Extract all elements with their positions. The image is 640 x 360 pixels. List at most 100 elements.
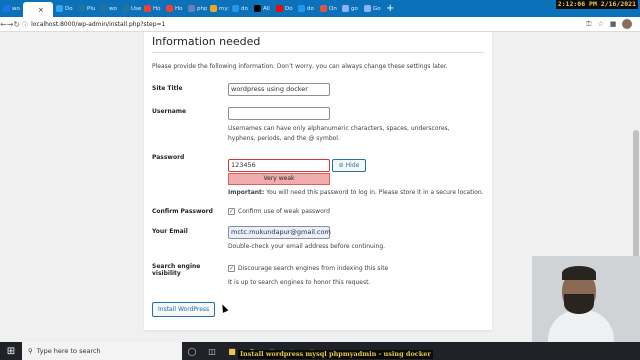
browser-tab[interactable]: Use — [120, 1, 141, 16]
password-important-note: Important: You will need this password t… — [228, 188, 484, 198]
tab-favicon-icon — [320, 5, 327, 12]
address-bar[interactable]: ⓘ localhost:8000/wp-admin/install.php?st… — [22, 18, 542, 30]
password-strength-meter: Very weak — [228, 173, 330, 185]
tab-favicon-icon — [364, 5, 371, 12]
browser-tab[interactable]: wo — [98, 1, 119, 16]
important-text: You will need this password to log in. P… — [264, 189, 484, 196]
search-engine-label-line1: Search engine — [152, 263, 201, 270]
search-engine-label: Search engine visibility — [152, 263, 200, 277]
forward-icon[interactable]: → — [7, 20, 14, 29]
browser-tab[interactable]: × — [23, 2, 53, 17]
install-form-card: Information needed Please provide the fo… — [144, 32, 492, 330]
tab-favicon-icon — [100, 5, 107, 12]
tab-label: On — [329, 5, 337, 12]
person-body — [548, 310, 614, 342]
install-wordpress-button[interactable]: Install WordPress — [152, 302, 216, 317]
browser-tab-strip: wo × Do Plu wo Use Ho Ho php my: do Ali Do do On go Go + — [0, 0, 640, 17]
tab-label: Plu — [87, 5, 96, 12]
tab-favicon-icon — [56, 5, 63, 12]
tab-label: php — [197, 5, 207, 12]
email-input[interactable]: mctc.mukundapur@gmail.com — [228, 226, 331, 239]
tab-favicon-icon — [210, 5, 217, 12]
discourage-search-engines-checkbox[interactable]: ✓ — [228, 265, 235, 272]
site-title-input[interactable]: wordpress using docker — [228, 83, 330, 96]
person-hair — [562, 266, 596, 280]
browser-tab[interactable]: Ho — [164, 1, 185, 16]
search-engine-row: ✓ Discourage search engines from indexin… — [228, 265, 388, 272]
browser-tab[interactable]: do — [230, 1, 251, 16]
tab-label: do — [307, 5, 314, 12]
browser-tab[interactable]: go — [340, 1, 361, 16]
password-label: Password — [152, 154, 185, 161]
tab-favicon-icon — [122, 5, 129, 12]
task-view-icon[interactable]: ◫ — [202, 342, 222, 360]
tab-label: Do — [65, 5, 73, 12]
email-hint: Double-check your email address before c… — [228, 243, 386, 250]
tab-label: Use — [131, 5, 141, 12]
browser-tab[interactable]: Do — [54, 1, 75, 16]
cortana-icon[interactable]: ◯ — [182, 342, 202, 360]
tab-favicon-icon — [254, 5, 261, 12]
browser-tab[interactable]: Go — [362, 1, 383, 16]
key-icon[interactable]: ⚿ — [586, 20, 591, 29]
browser-tab[interactable]: Do — [274, 1, 295, 16]
divider — [152, 52, 484, 53]
tab-favicon-icon — [188, 5, 195, 12]
browser-tab[interactable]: do — [296, 1, 317, 16]
tab-favicon-icon — [3, 5, 10, 12]
tab-label: wo — [109, 5, 117, 12]
tab-close-icon[interactable]: × — [38, 6, 44, 14]
browser-tab[interactable]: Ho — [142, 1, 163, 16]
person-beard — [564, 294, 594, 314]
webcam-overlay — [532, 256, 640, 342]
browser-tab[interactable]: my: — [208, 1, 229, 16]
site-title-label: Site Title — [152, 85, 183, 92]
video-caption-overlay: Install wordpress mysql phpmyadmin - usi… — [238, 350, 433, 359]
star-icon[interactable]: ☆ — [597, 20, 603, 28]
toolbar-actions: ⚿ ☆ ■ ⋮ — [586, 19, 640, 29]
confirm-weak-password-row: ✓ Confirm use of weak password — [228, 208, 330, 215]
search-engine-label-line2: visibility — [152, 270, 181, 277]
clock-overlay: 2:12:06 PM 2/16/2021 — [555, 0, 638, 9]
tab-label: my: — [219, 5, 229, 12]
confirm-weak-password-checkbox[interactable]: ✓ — [228, 208, 235, 215]
profile-avatar[interactable] — [622, 19, 633, 29]
tab-label: do — [241, 5, 248, 12]
new-tab-button[interactable]: + — [386, 3, 394, 14]
browser-tab[interactable]: Plu — [76, 1, 97, 16]
extension-icon[interactable]: ■ — [610, 20, 617, 28]
browser-tab[interactable]: On — [318, 1, 339, 16]
confirm-weak-password-label: Confirm use of weak password — [238, 208, 330, 215]
reload-icon[interactable]: ↻ — [13, 20, 20, 29]
username-input[interactable] — [228, 107, 330, 120]
tab-favicon-icon — [276, 5, 283, 12]
tab-label: Ho — [175, 5, 183, 12]
browser-tab[interactable]: wo — [1, 1, 22, 16]
info-icon[interactable]: ⓘ — [22, 20, 28, 29]
tab-label: Ho — [153, 5, 161, 12]
tab-favicon-icon — [232, 5, 239, 12]
tab-favicon-icon — [25, 6, 32, 13]
hide-password-button[interactable]: ⊘ Hide — [332, 159, 366, 172]
url-text: localhost:8000/wp-admin/install.php?step… — [31, 20, 166, 28]
intro-text: Please provide the following information… — [152, 63, 448, 70]
tab-favicon-icon — [144, 5, 151, 12]
confirm-password-label: Confirm Password — [152, 208, 213, 215]
browser-tab[interactable]: php — [186, 1, 207, 16]
tab-favicon-icon — [78, 5, 85, 12]
taskbar-search-box[interactable]: ⚲ Type here to search — [22, 342, 182, 360]
tab-favicon-icon — [298, 5, 305, 12]
windows-start-icon[interactable]: ⊞ — [0, 342, 22, 360]
email-label: Your Email — [152, 228, 188, 235]
back-icon[interactable]: ← — [0, 20, 7, 29]
password-input[interactable]: 123456 — [228, 159, 330, 172]
tab-favicon-icon — [166, 5, 173, 12]
hide-password-label: Hide — [345, 162, 360, 169]
browser-tab[interactable]: Ali — [252, 1, 273, 16]
tab-label: go — [351, 5, 358, 12]
discourage-search-engines-label: Discourage search engines from indexing … — [238, 265, 389, 272]
taskbar-search-placeholder: Type here to search — [36, 347, 101, 355]
tab-label: wo — [12, 5, 20, 12]
tab-label: Do — [285, 5, 293, 12]
important-prefix: Important: — [228, 189, 265, 196]
